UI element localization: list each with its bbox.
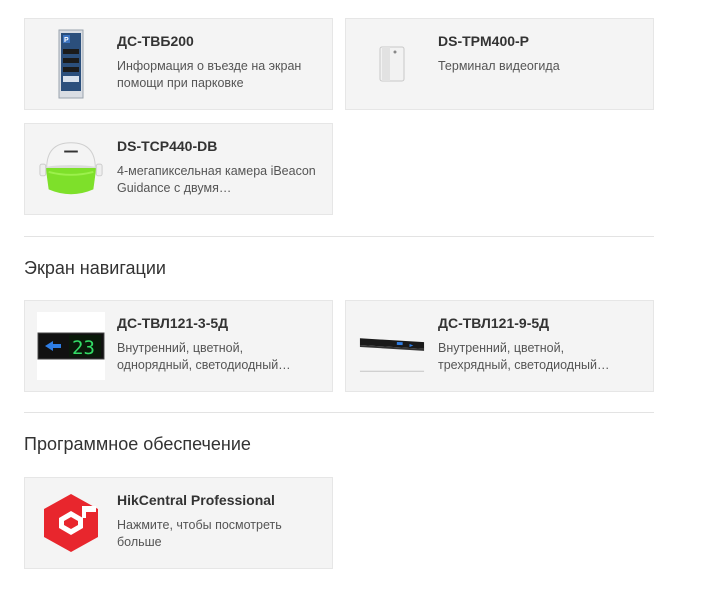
product-title: HikCentral Professional bbox=[117, 492, 275, 508]
section-title-navigation: Экран навигации bbox=[24, 258, 166, 278]
video-guide-terminal-image bbox=[358, 29, 426, 99]
led-display-three-row-image bbox=[358, 311, 426, 381]
product-card-ds-tpm400-p[interactable]: DS-TPM400-P Терминал видеогида bbox=[345, 18, 654, 110]
product-description: Внутренний, цветной, трехрядный, светоди… bbox=[438, 341, 610, 372]
product-description: 4-мегапиксельная камера iBeacon Guidance… bbox=[117, 164, 316, 195]
product-description: Информация о въезде на экран помощи при … bbox=[117, 59, 302, 90]
product-card-ds-tcp440-db[interactable]: DS-TCP440-DB 4-мегапиксельная камера iBe… bbox=[24, 123, 333, 215]
product-title: ДС-ТВБ200 bbox=[117, 33, 194, 49]
product-card-ds-tvl121-9-5d[interactable]: ДС-ТВЛ121-9-5Д Внутренний, цветной, трех… bbox=[345, 300, 654, 392]
product-description: Нажмите, чтобы посмотреть больше bbox=[117, 518, 282, 549]
section-divider bbox=[24, 412, 654, 413]
product-card-ds-tvb200[interactable]: P ДС-ТВБ200 Информация о въезде на экран… bbox=[24, 18, 333, 110]
ibeacon-camera-image bbox=[37, 134, 105, 204]
led-display-single-row-image: 23 bbox=[37, 311, 105, 381]
product-card-ds-tvl121-3-5d[interactable]: 23 ДС-ТВЛ121-3-5Д Внутренний, цветной, о… bbox=[24, 300, 333, 392]
section-divider bbox=[24, 236, 654, 237]
product-title: DS-TCP440-DB bbox=[117, 138, 218, 154]
parking-guidance-display-image: P bbox=[37, 29, 105, 99]
svg-text:P: P bbox=[64, 37, 69, 44]
product-title: ДС-ТВЛ121-9-5Д bbox=[438, 315, 550, 331]
led-digits: 23 bbox=[72, 337, 95, 359]
product-description: Терминал видеогида bbox=[438, 59, 560, 73]
product-title: ДС-ТВЛ121-3-5Д bbox=[117, 315, 229, 331]
product-description: Внутренний, цветной, однорядный, светоди… bbox=[117, 341, 291, 372]
section-title-software: Программное обеспечение bbox=[24, 434, 251, 454]
product-card-hikcentral-professional[interactable]: HikCentral Professional Нажмите, чтобы п… bbox=[24, 477, 333, 569]
product-title: DS-TPM400-P bbox=[438, 33, 530, 49]
hikcentral-logo bbox=[37, 488, 105, 558]
